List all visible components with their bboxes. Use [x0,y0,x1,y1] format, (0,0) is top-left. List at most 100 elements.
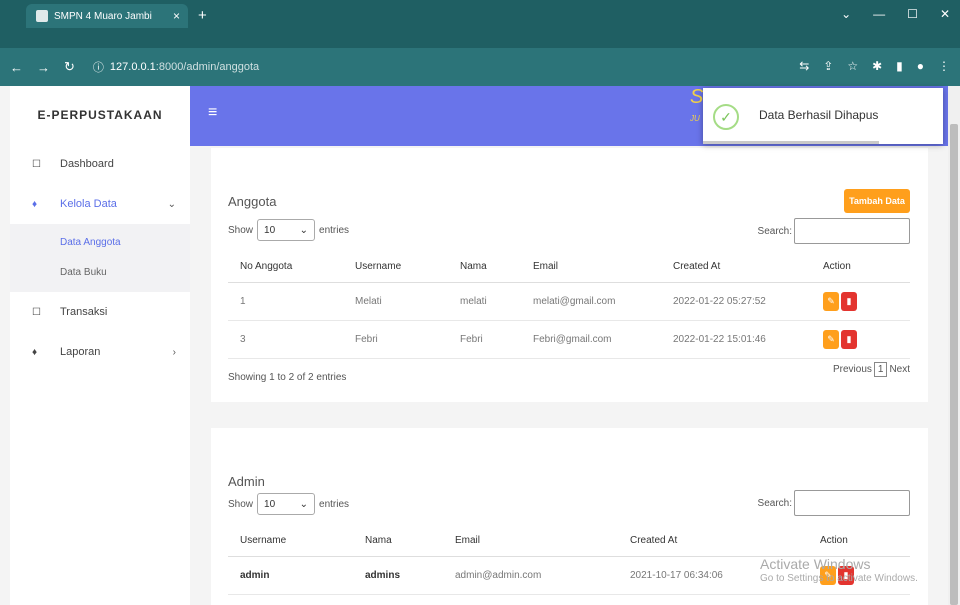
site-info-icon[interactable]: ⓘ [93,59,104,75]
entries-value: 10 [264,498,276,510]
column-header[interactable]: Nama [448,252,521,283]
entries-value: 10 [264,224,276,236]
sidebar-item-transaksi[interactable]: ☐ Transaksi [10,292,190,332]
extensions-icon[interactable]: ✱ [872,59,882,73]
cell-created: 2022-01-22 05:27:52 [661,282,811,321]
entries-select[interactable]: 10 ⌄ [257,219,316,241]
table-header-row: Username Nama Email Created At Action [228,526,910,557]
cell-email: melati@gmail.com [521,282,661,321]
toast-message: Data Berhasil Dihapus [759,108,879,122]
cell-username: Febri [343,320,448,359]
entries-label: entries [319,224,350,236]
cell-username: admin [228,556,353,595]
column-header[interactable]: Username [343,252,448,283]
profile-avatar-icon[interactable]: ● [917,59,924,73]
table-row: 1 Melati melati melati@gmail.com 2022-01… [228,282,910,321]
activate-windows-watermark: Activate Windows Go to Settings to activ… [760,556,918,584]
cell-no: 3 [228,320,343,359]
cell-username: Melati [343,282,448,321]
toast-progress-bar [703,141,879,144]
favicon-icon [36,10,48,22]
column-header[interactable]: Action [811,252,910,283]
sidebar-submenu: Data Anggota Data Buku [10,224,190,292]
cell-action: ✎ ▮ [811,282,910,321]
search-input[interactable] [794,490,910,516]
sidebar-item-kelola-data[interactable]: ♦ Kelola Data ⌄ [10,184,190,224]
edit-icon[interactable]: ✎ [823,329,839,349]
sidebar-item-label: Transaksi [60,306,108,318]
entries-control: Show 10 ⌄ entries [228,493,349,515]
hamburger-menu-icon[interactable]: ≡ [208,104,217,122]
back-icon[interactable]: ← [10,60,23,75]
square-icon: ☐ [32,158,41,170]
anggota-card: Anggota Tambah Data Show 10 ⌄ entries Se… [211,148,928,402]
cell-nama: Febri [448,320,521,359]
cell-action: ✎ ▮ [811,320,910,359]
droplet-icon: ♦ [32,346,38,358]
sidepanel-icon[interactable]: ▮ [896,59,903,73]
success-toast[interactable]: ✓ Data Berhasil Dihapus [703,88,943,144]
column-header[interactable]: Email [521,252,661,283]
chevron-down-icon: ⌄ [299,498,309,510]
search-label: Search: [757,497,792,509]
entries-control: Show 10 ⌄ entries [228,219,349,241]
close-window-icon[interactable]: ✕ [940,7,950,21]
previous-button[interactable]: Previous [833,364,872,375]
trash-icon[interactable]: ▮ [841,329,857,349]
tab-search-icon[interactable]: ⌄ [841,7,851,21]
column-header[interactable]: Username [228,526,353,557]
tab-close-icon[interactable]: × [173,9,180,23]
search-label: Search: [757,225,792,237]
tab-title: SMPN 4 Muaro Jambi [54,10,152,22]
column-header[interactable]: Email [443,526,618,557]
edit-icon[interactable]: ✎ [823,291,839,311]
page-1-button[interactable]: 1 [873,362,888,377]
trash-icon[interactable]: ▮ [841,291,857,311]
cell-no: 1 [228,282,343,321]
minimize-icon[interactable]: — [873,7,885,21]
new-tab-button[interactable]: + [198,7,207,24]
sidebar: E-PERPUSTAKAAN ☐ Dashboard ♦ Kelola Data… [10,86,190,605]
chevron-down-icon: ⌄ [299,224,309,236]
droplet-icon: ♦ [32,198,38,210]
column-header[interactable]: Nama [353,526,443,557]
column-header[interactable]: Created At [661,252,811,283]
show-label: Show [228,498,254,510]
sidebar-item-label: Kelola Data [60,198,117,210]
sidebar-item-dashboard[interactable]: ☐ Dashboard [10,144,190,184]
sidebar-item-laporan[interactable]: ♦ Laporan › [10,332,190,372]
share-icon[interactable]: ⇪ [823,59,833,73]
url-field[interactable]: ⓘ 127.0.0.1:8000/admin/anggota [93,59,259,75]
pagination: Previous 1 Next [833,362,910,377]
watermark-line2: Go to Settings to activate Windows. [760,573,918,584]
show-label: Show [228,224,254,236]
column-header[interactable]: Created At [618,526,808,557]
table-header-row: No Anggota Username Nama Email Created A… [228,252,910,283]
browser-tab[interactable]: SMPN 4 Muaro Jambi × [26,4,188,28]
scrollbar-thumb[interactable] [950,124,958,605]
column-header[interactable]: No Anggota [228,252,343,283]
sidebar-subitem-data-buku[interactable]: Data Buku [10,258,190,288]
menu-kebab-icon[interactable]: ⋮ [938,59,950,73]
translate-icon[interactable]: ⇆ [799,59,809,73]
cell-nama: admins [353,556,443,595]
chevron-right-icon: › [172,346,176,358]
logo-text: S [690,86,704,108]
search-control: Search: [758,490,910,516]
tambah-data-button[interactable]: Tambah Data [844,189,910,213]
forward-icon[interactable]: → [37,60,50,75]
cell-email: admin@admin.com [443,556,618,595]
sidebar-subitem-data-anggota[interactable]: Data Anggota [10,228,190,258]
address-bar: ← → ↻ ⓘ 127.0.0.1:8000/admin/anggota ⇆ ⇪… [0,48,960,86]
sidebar-item-label: Dashboard [60,158,114,170]
page-scrollbar[interactable] [948,86,960,605]
bookmark-star-icon[interactable]: ☆ [847,59,858,73]
entries-label: entries [319,498,350,510]
entries-select[interactable]: 10 ⌄ [257,493,316,515]
search-input[interactable] [794,218,910,244]
cell-nama: melati [448,282,521,321]
column-header[interactable]: Action [808,526,910,557]
next-button[interactable]: Next [889,364,910,375]
maximize-icon[interactable]: ☐ [907,7,918,21]
reload-icon[interactable]: ↻ [64,59,75,75]
